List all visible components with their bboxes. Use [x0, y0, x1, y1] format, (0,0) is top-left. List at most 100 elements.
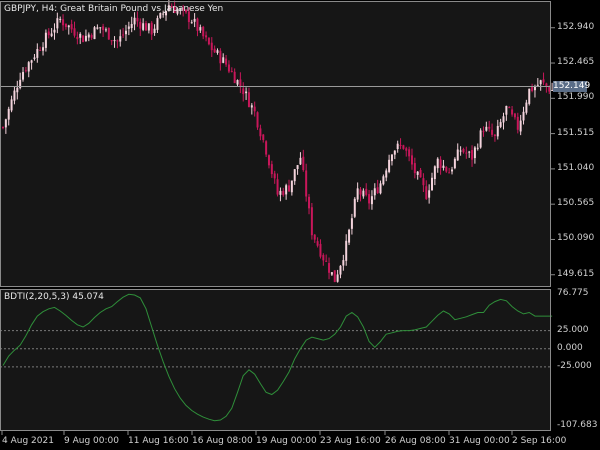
candle-body [413, 163, 416, 174]
candle-body [82, 35, 85, 43]
candle-body [536, 84, 539, 86]
candle-body [70, 24, 73, 30]
indicator-axis-label: -107.683 [557, 420, 598, 430]
time-axis-label: 19 Aug 00:00 [256, 436, 317, 446]
candle-body [139, 21, 142, 29]
candle-body [247, 92, 250, 107]
candle-body [410, 155, 413, 165]
candle-body [531, 87, 534, 91]
candle-body [50, 33, 53, 37]
candle-body [288, 185, 290, 192]
candle-body [44, 32, 47, 48]
candle-body [33, 57, 36, 59]
candle-body [350, 218, 353, 229]
candle-body [30, 60, 33, 63]
candle-body [353, 198, 356, 217]
candle-body [471, 150, 474, 160]
candle-body [2, 127, 4, 129]
candle-body [436, 158, 439, 169]
candle-body [542, 79, 545, 83]
candle-body [539, 80, 542, 85]
candle-body [333, 270, 336, 283]
candle-body [519, 120, 522, 132]
candle-body [190, 22, 193, 24]
candle-body [376, 187, 379, 194]
candle-body [293, 169, 296, 182]
candle-body [290, 180, 293, 193]
candle-body [196, 18, 199, 31]
candle-body [416, 171, 419, 175]
candle-body [110, 40, 113, 42]
candle-body [445, 167, 448, 172]
time-axis-label: 11 Aug 16:00 [128, 436, 189, 446]
candle-body [419, 169, 422, 178]
candle-body [502, 116, 505, 123]
candle-body [13, 90, 16, 101]
candle-body [96, 27, 99, 29]
candle-body [199, 27, 202, 31]
candle-body [342, 260, 345, 266]
candle-body [310, 207, 313, 236]
candle-body [465, 152, 468, 154]
candle-body [496, 125, 499, 137]
candle-body [116, 40, 119, 42]
candle-body [279, 190, 282, 195]
candle-body [456, 149, 459, 161]
candle-body [219, 50, 222, 64]
indicator-panel [0, 289, 551, 431]
candle-body [56, 18, 59, 29]
candle-body [4, 119, 7, 128]
price-axis-label: 152.940 [557, 21, 595, 32]
candle-body [388, 159, 391, 172]
candle-body [462, 148, 465, 153]
candle-body [468, 151, 471, 153]
price-axis-label: 152.465 [557, 57, 595, 68]
candle-body [525, 102, 528, 113]
candle-body [150, 22, 153, 35]
candle-body [84, 35, 87, 41]
candle-body [245, 91, 248, 94]
candle-body [385, 170, 388, 178]
candle-body [428, 190, 431, 198]
candle-body [448, 172, 451, 174]
indicator-axis-label: 25.000 [557, 324, 589, 335]
price-panel [0, 1, 551, 287]
candle-body [67, 25, 70, 28]
candle-body [382, 176, 385, 185]
price-axis-label: 151.040 [557, 162, 595, 173]
candle-body [156, 18, 159, 30]
time-axis-label: 26 Aug 08:00 [385, 436, 446, 446]
candle-body [262, 134, 265, 140]
time-axis-label: 31 Aug 00:00 [449, 436, 510, 446]
candle-body [508, 107, 511, 109]
candle-body [405, 148, 408, 151]
indicator-axis-label: 76.775 [557, 288, 589, 298]
candle-body [107, 27, 110, 40]
candle-body [79, 33, 82, 38]
indicator-axis-label: 0.000 [557, 342, 583, 353]
candle-body [330, 272, 333, 275]
candle-body [370, 196, 373, 205]
candle-body [142, 23, 145, 30]
chart-canvas[interactable] [0, 0, 600, 450]
indicator-title: BDTI(2,20,5,3) 45.074 [4, 292, 104, 302]
candle-body [213, 48, 216, 53]
candle-body [393, 150, 396, 155]
candle-body [76, 36, 79, 40]
price-axis-label: 151.990 [557, 92, 595, 103]
candle-body [64, 23, 67, 27]
candle-body [133, 17, 136, 25]
candle-body [439, 159, 442, 169]
candle-body [488, 126, 491, 129]
price-axis-label: 151.515 [557, 127, 595, 138]
candle-body [90, 35, 93, 38]
candle-body [273, 173, 276, 179]
candle-body [62, 19, 65, 26]
candle-body [99, 27, 102, 29]
candle-body [87, 34, 90, 38]
candle-body [379, 183, 382, 194]
candle-body [368, 194, 371, 204]
candle-body [296, 165, 299, 170]
candle-body [239, 79, 242, 87]
candle-body [36, 48, 39, 58]
